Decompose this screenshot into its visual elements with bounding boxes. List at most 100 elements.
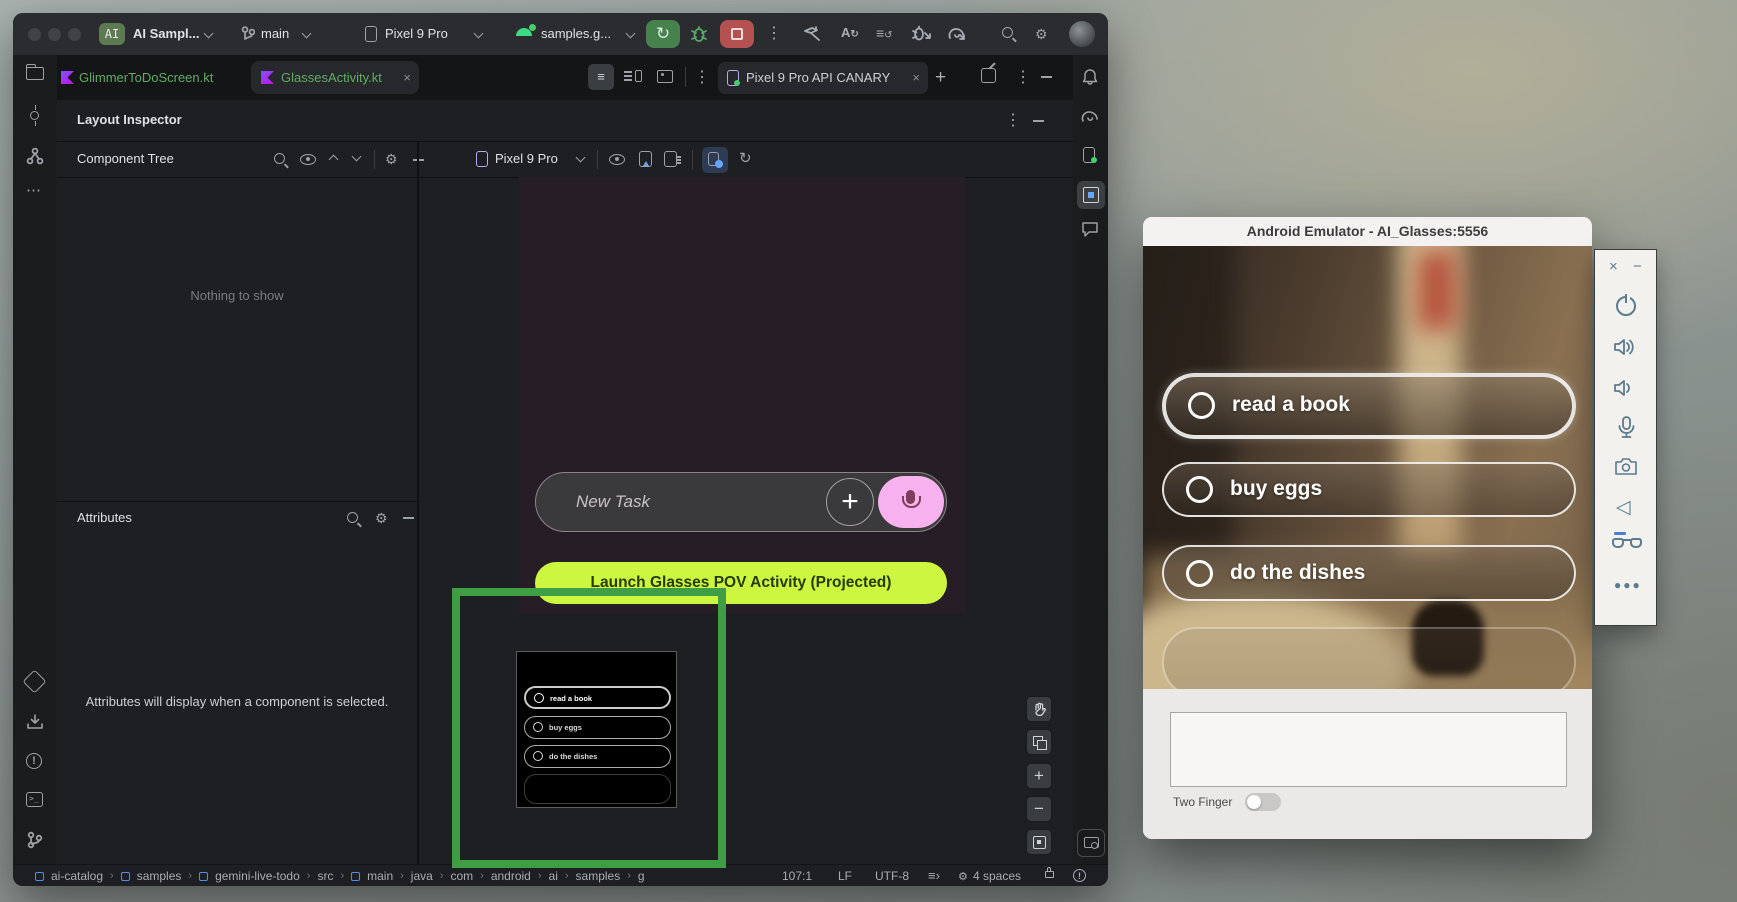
add-device-tab-icon[interactable]: +: [935, 55, 946, 100]
snapshot-icon[interactable]: [639, 151, 652, 167]
refresh-icon[interactable]: ↻: [739, 149, 752, 167]
close-tab-icon[interactable]: ×: [403, 61, 411, 94]
ui-check-tool-icon[interactable]: [1077, 829, 1105, 857]
radio-icon[interactable]: [1186, 560, 1213, 587]
zoom-in-button[interactable]: +: [1026, 763, 1052, 789]
live-updates-toggle[interactable]: [702, 147, 728, 173]
layout-inspector-tool-icon[interactable]: [1077, 181, 1105, 209]
folder-icon: [35, 872, 44, 881]
minimize-icon[interactable]: −: [1633, 258, 1642, 275]
avatar[interactable]: [1069, 21, 1095, 47]
structure-tool-icon[interactable]: [26, 147, 44, 165]
camera-icon[interactable]: [1614, 456, 1638, 476]
problems-tool-icon[interactable]: !: [26, 753, 42, 769]
search-icon[interactable]: [274, 153, 285, 164]
debug-icon[interactable]: [689, 25, 709, 43]
inspector-device-selector[interactable]: Pixel 9 Pro: [495, 151, 558, 166]
gradle-tool-icon[interactable]: [1080, 108, 1100, 124]
back-icon[interactable]: ◁: [1616, 496, 1631, 519]
apply-changes-icon[interactable]: A↻: [841, 25, 859, 40]
maximize-window-button[interactable]: [68, 28, 81, 41]
touchpad-area[interactable]: [1170, 712, 1567, 787]
terminal-tool-icon[interactable]: >_: [26, 792, 43, 807]
build-icon[interactable]: [803, 25, 825, 43]
new-task-input[interactable]: New Task +: [535, 472, 947, 532]
run-config-selector[interactable]: samples.g...: [541, 13, 611, 55]
minimize-panel-icon[interactable]: [1033, 120, 1044, 122]
feedback-chat-icon[interactable]: [1081, 221, 1099, 237]
more-options-icon[interactable]: ●●●: [1614, 578, 1642, 592]
editor-view-split-icon[interactable]: [620, 64, 646, 90]
zoom-to-fit-button[interactable]: [1026, 829, 1052, 855]
sync-icon[interactable]: ≡↺: [876, 25, 893, 41]
rerun-button[interactable]: ↻: [646, 20, 680, 48]
git-tool-icon[interactable]: [27, 831, 43, 849]
collapse-all-icon[interactable]: [352, 152, 362, 162]
breadcrumb[interactable]: ai-catalog› samples› gemini-live-todo› s…: [35, 865, 645, 886]
voice-input-button[interactable]: [878, 476, 944, 528]
panel-kebab[interactable]: ⋮: [1005, 103, 1021, 139]
two-finger-toggle[interactable]: [1245, 793, 1281, 811]
radio-icon[interactable]: [1186, 476, 1213, 503]
stop-button[interactable]: [720, 20, 754, 48]
error-indicator-icon[interactable]: !: [1073, 869, 1086, 882]
editor-kebab[interactable]: ⋮: [694, 55, 710, 100]
gem-tool-icon[interactable]: [22, 669, 46, 693]
search-icon[interactable]: [347, 512, 358, 523]
visibility-icon[interactable]: [300, 154, 316, 165]
tab-glassesactivity[interactable]: GlassesActivity.kt ×: [251, 61, 419, 94]
project-tool-icon[interactable]: [26, 67, 44, 80]
mic-icon[interactable]: [1616, 415, 1636, 441]
device-mirror-screen[interactable]: New Task + Launch Glasses POV Activity (…: [519, 177, 965, 613]
close-tab-icon[interactable]: ×: [912, 62, 920, 94]
view-options-icon[interactable]: [609, 154, 625, 165]
volume-down-icon[interactable]: [1613, 377, 1639, 399]
todo-item[interactable]: do the dishes: [1162, 545, 1576, 601]
run-options-kebab[interactable]: ⋮: [766, 13, 782, 55]
caret-position[interactable]: 107:1: [782, 865, 812, 886]
running-devices-tab[interactable]: Pixel 9 Pro API CANARY ×: [718, 62, 928, 94]
radio-icon[interactable]: [1188, 392, 1215, 419]
settings-gear-icon[interactable]: ⚙: [1035, 27, 1048, 41]
indent-icon[interactable]: ≡›: [928, 865, 940, 886]
tab-glimmertodoscreen[interactable]: GlimmerToDoScreen.kt: [79, 55, 213, 100]
project-selector[interactable]: AI Sampl...: [133, 13, 199, 55]
volume-up-icon[interactable]: [1613, 336, 1639, 358]
search-icon[interactable]: [1002, 27, 1013, 38]
todo-item[interactable]: buy eggs: [1162, 462, 1576, 517]
file-encoding[interactable]: UTF-8: [875, 865, 909, 886]
export-snapshot-icon[interactable]: [664, 151, 677, 167]
attributes-settings-icon[interactable]: ⚙: [375, 511, 388, 525]
lock-icon[interactable]: [1045, 871, 1054, 878]
more-tools-icon[interactable]: ⋯: [26, 181, 42, 199]
ide-window: AI AI Sampl... main Pixel 9 Pro samples.…: [13, 13, 1108, 886]
close-window-button[interactable]: [28, 28, 41, 41]
attach-debugger-icon[interactable]: [911, 25, 933, 43]
notifications-bell-icon[interactable]: [1081, 68, 1099, 86]
line-ending[interactable]: LF: [838, 865, 852, 886]
editor-view-lines-icon[interactable]: ≡: [588, 64, 614, 90]
open-in-window-icon[interactable]: [981, 68, 996, 83]
device-selector[interactable]: Pixel 9 Pro: [385, 13, 448, 55]
hide-panel-icon[interactable]: [403, 517, 414, 519]
close-icon[interactable]: ×: [1609, 258, 1618, 275]
tree-settings-icon[interactable]: ⚙: [385, 152, 398, 166]
3d-mode-button[interactable]: [1026, 729, 1052, 755]
gradle-sync-icon[interactable]: [946, 25, 970, 43]
downloads-tool-icon[interactable]: [26, 713, 44, 731]
todo-item-selected[interactable]: read a book: [1162, 373, 1576, 439]
minimize-panel-icon[interactable]: [1041, 76, 1052, 78]
emulator-screen[interactable]: read a book buy eggs do the dishes: [1143, 246, 1592, 689]
running-devices-kebab[interactable]: ⋮: [1015, 55, 1031, 100]
editor-view-image-icon[interactable]: [652, 64, 678, 90]
indent-setting[interactable]: 4 spaces: [973, 865, 1021, 886]
panel-divider[interactable]: [417, 142, 419, 864]
add-task-button[interactable]: +: [826, 478, 874, 526]
emulator-titlebar[interactable]: Android Emulator - AI_Glasses:5556: [1143, 217, 1592, 246]
pan-mode-button[interactable]: [1026, 696, 1052, 722]
minimize-window-button[interactable]: [48, 28, 61, 41]
power-icon[interactable]: [1616, 296, 1636, 316]
branch-selector[interactable]: main: [261, 13, 289, 55]
zoom-out-button[interactable]: −: [1026, 796, 1052, 822]
expand-all-icon[interactable]: [329, 155, 339, 165]
